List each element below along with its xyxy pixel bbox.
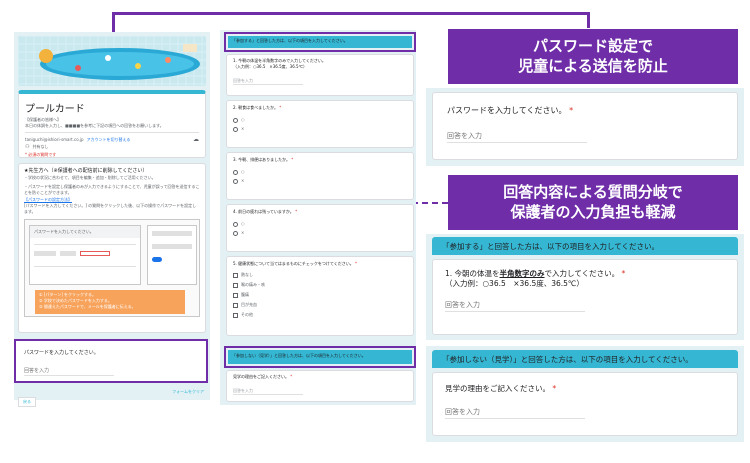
back-button[interactable]: 戻る [18,397,36,407]
q5-label-middle: 5. 健康状態について当てはまるものにチェックをつけてください。 * [233,261,358,266]
q4-option-yes[interactable]: ○ [233,221,407,227]
q4-card-middle: 4. 前日の疲れは残っていますか。 * ○ × [226,204,414,252]
clear-form-button[interactable]: フォームをクリア [172,389,204,395]
notice-title: ★先生方へ（※保護者への配信前に削除してください） [24,168,148,174]
callout-password-line1: パスワード設定で [532,37,653,55]
callout-branching-line2: 保護者の入力負担も軽減 [510,203,676,221]
q3-option-yes[interactable]: ○ [233,169,407,175]
q5-option-4[interactable]: 目が充血 [233,302,407,308]
q3-card-middle: 3. 今朝、排便はありましたか。 * ○ × [226,152,414,200]
password-question-right: パスワードを入力してください。 * [447,106,574,115]
q5-option-2[interactable]: 喉の痛み・咳 [233,282,407,288]
q1-example-middle: （入力例：○36.5 ×36.5度、36.5℃） [233,64,308,69]
observe-answer-middle[interactable]: 回答を入力 [233,388,303,395]
callout-password-line2: 児童による送信を防止 [518,57,668,75]
section-observe-frame-middle: 「参加しない（見学）」と回答した方は、以下の項目を入力してください。 [224,346,416,368]
observe-input-right[interactable] [445,406,585,419]
section-attend-frame-middle: 「参加する」と回答した方は、以下の項目を入力してください。 [224,32,416,52]
required-note: * 必須の質問です [25,152,57,157]
account-email: taniguchi@ishiori-smart.co.jp [25,136,84,142]
section-attend-header-right: 「参加する」と回答した方は、以下の項目を入力してください。 [432,237,738,255]
connector-top-line [112,12,589,15]
pool-header-image [18,36,206,86]
q5-card-middle: 5. 健康状態について当てはまるものにチェックをつけてください。 * 熱なし 喉… [226,256,414,336]
inset-step-3: ③ 間違えたパスワードで、メールを保護者に伝える。 [39,304,136,309]
q3-label-middle: 3. 今朝、排便はありましたか。 * [233,157,294,162]
q1-label-right: 1. 今朝の体温を半角数字のみで入力してください。 * [445,269,626,278]
section-observe-header-right: 「参加しない（見学）」と回答した方は、以下の項目を入力してください。 [432,350,738,368]
q1-answer-middle[interactable]: 回答を入力 [233,78,303,85]
observe-question-right: 見学の理由をご記入ください。 * [445,384,557,393]
q2-card-middle: 2. 朝食は食べましたか。 * ○ × [226,100,414,148]
q1-input-right[interactable] [445,299,585,312]
observe-question-middle: 見学の理由をご記入ください。 * [233,374,293,379]
q1-example-right: （入力例：○36.5 ×36.5度、36.5℃） [445,279,584,288]
form-footer-left: 戻る フォームをクリア [18,388,206,407]
notice-line-2: ・パスワードを設定し保護者のみが入力できるようにすることで、児童が誤って回答を送… [24,184,200,195]
form-title-card: プールカード 【保護者の皆様へ】 本日の体調を入力し、■■■■を参考に下記の項目… [18,90,206,158]
cloud-icon: ☁ [193,136,199,143]
pool-illustration-icon [18,36,206,86]
connector-right-vertical [587,12,590,28]
form-title: プールカード [25,104,85,115]
password-card-right: パスワードを入力してください。 * [432,92,738,160]
q2-option-no[interactable]: × [233,126,407,132]
not-shared-label: 共有なし [32,144,49,149]
callout-branching-line1: 回答内容による質問分岐で [503,183,683,201]
notice-line-4: [パスワードを入力してください。] の質問をクリックした後、以下の操作でパスワー… [24,203,197,214]
callout-branching: 回答内容による質問分岐で 保護者の入力負担も軽減 [448,175,738,230]
observe-card-middle: 見学の理由をご記入ください。 * 回答を入力 [226,370,414,402]
q2-label-middle: 2. 朝食は食べましたか。 * [233,105,282,110]
inset-steps-box: ① [パターン] をクリックする。 ② 学校で決めたパスワードを入力する。 ③ … [35,290,185,314]
inset-question: パスワードを入力してください。 [30,226,140,238]
observe-card-right: 見学の理由をご記入ください。 * [432,372,738,436]
q5-option-5[interactable]: その他 [233,312,407,318]
teacher-notice-card: ★先生方へ（※保護者への配信前に削除してください） ・学校の状況に合わせて、項目… [18,163,206,333]
q1-card-right: 1. 今朝の体温を半角数字のみで入力してください。 * （入力例：○36.5 ×… [432,259,738,335]
people-icon: ⚇ [25,144,30,150]
q4-option-no[interactable]: × [233,230,407,236]
section-attend-title-middle: 「参加する」と回答した方は、以下の項目を入力してください。 [232,38,348,43]
settings-screenshot-inset: パスワードを入力してください。 ① [パターン] をクリックする。 ② 学校で決… [24,219,200,317]
password-input-left[interactable] [24,367,114,376]
q5-option-1[interactable]: 熱なし [233,272,407,278]
password-highlight-frame-left: パスワードを入力してください。 [14,339,208,383]
switch-account-link[interactable]: アカウントを切り替える [87,137,131,143]
notice-line-1: ・学校の状況に合わせて、項目を編集・追加・削除してご活用ください。 [24,175,156,180]
q3-option-no[interactable]: × [233,178,407,184]
q4-label-middle: 4. 前日の疲れは残っていますか。 * [233,209,298,214]
section-observe-title-right: 「参加しない（見学）」と回答した方は、以下の項目を入力してください。 [442,355,693,364]
q1-card-middle: 1. 今朝の体温を半角数字のみで入力してください。 （入力例：○36.5 ×36… [226,54,414,96]
q5-option-3[interactable]: 腹痛 [233,292,407,298]
section-observe-title-middle: 「参加しない（見学）」と回答した方は、以下の項目を入力してください。 [232,353,366,358]
section-attend-title-right: 「参加する」と回答した方は、以下の項目を入力してください。 [442,242,660,251]
callout-password: パスワード設定で 児童による送信を防止 [448,29,738,84]
q2-option-yes[interactable]: ○ [233,117,407,123]
form-description: 本日の体調を入力し、■■■■を参考に下記の項目への回答をお願いします。 [25,123,164,128]
password-question-left: パスワードを入力してください。 [24,350,99,356]
password-input-right[interactable] [447,130,587,143]
